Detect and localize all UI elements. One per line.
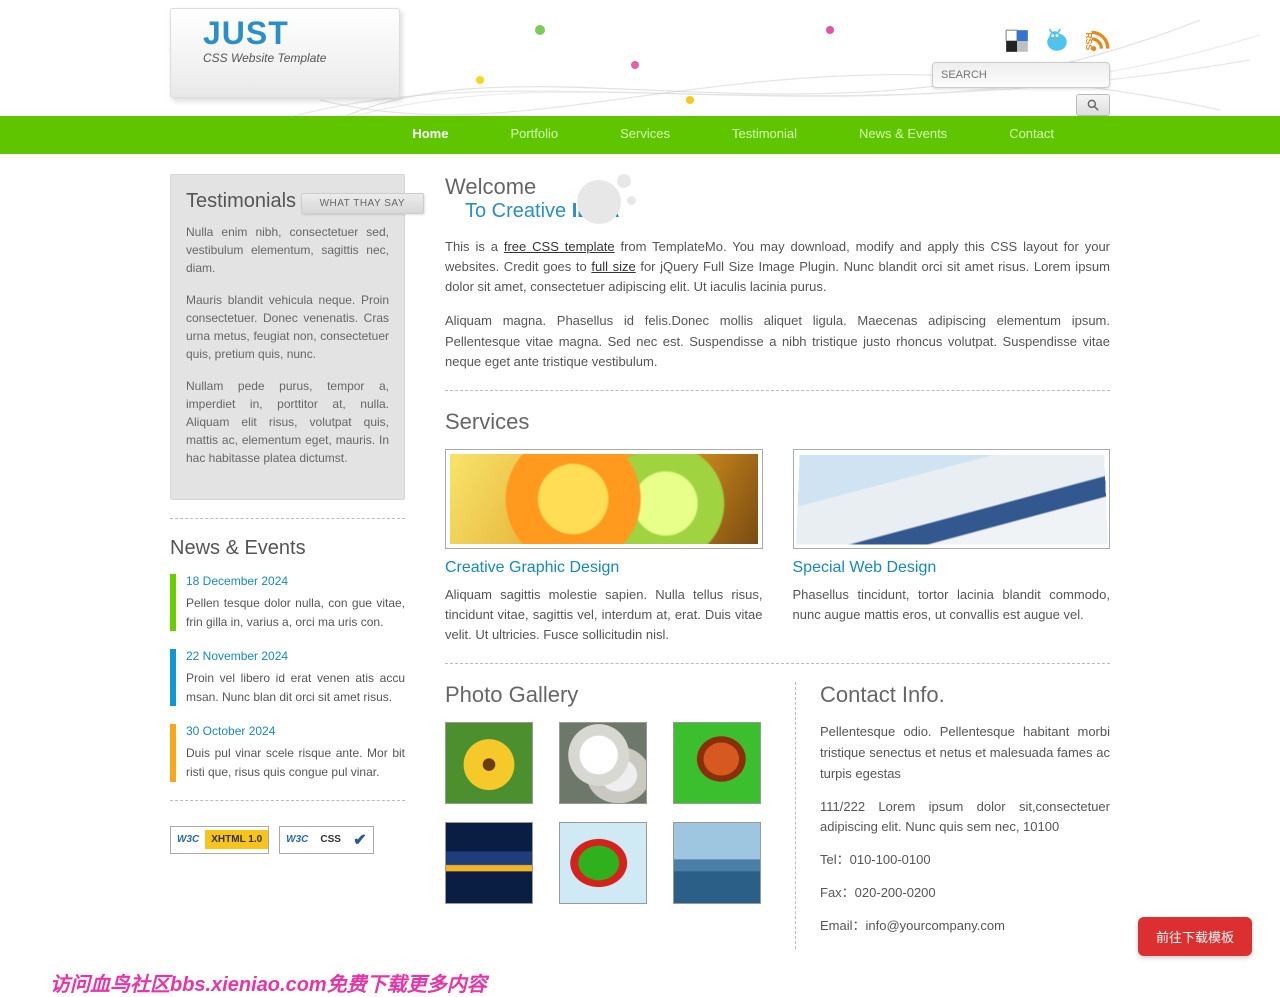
- news-date[interactable]: 30 October 2024: [186, 724, 405, 738]
- gallery-thumb[interactable]: [445, 722, 533, 804]
- testimonials-panel: Testimonials WHAT THAY SAY Nulla enim ni…: [170, 174, 405, 500]
- contact-fax: Fax：020-200-0200: [820, 883, 1110, 904]
- nav-news[interactable]: News & Events: [853, 116, 953, 151]
- testimonial-text: Nullam pede purus, tempor a, imperdiet i…: [186, 377, 389, 467]
- logo-tagline: CSS Website Template: [203, 51, 387, 65]
- search-button[interactable]: [1076, 94, 1110, 116]
- contact-tel: Tel：010-100-0100: [820, 850, 1110, 871]
- contact-text: Pellentesque odio. Pellentesque habitant…: [820, 722, 1110, 784]
- site-logo[interactable]: JUST CSS Website Template: [170, 8, 400, 98]
- gallery-thumb[interactable]: [445, 822, 533, 904]
- news-date[interactable]: 18 December 2024: [186, 574, 405, 588]
- gallery-thumb[interactable]: [673, 722, 761, 804]
- intro-paragraph: Aliquam magna. Phasellus id felis.Donec …: [445, 311, 1110, 371]
- full-size-link[interactable]: full size: [591, 259, 635, 274]
- news-date[interactable]: 22 November 2024: [186, 649, 405, 663]
- nav-home[interactable]: Home: [406, 116, 454, 151]
- service-text: Phasellus tincidunt, tortor lacinia blan…: [793, 585, 1111, 625]
- service-text: Aliquam sagittis molestie sapien. Nulla …: [445, 585, 763, 645]
- news-item: 22 November 2024 Proin vel libero id era…: [170, 649, 405, 706]
- gallery-thumb[interactable]: [673, 822, 761, 904]
- testimonials-badge: WHAT THAY SAY: [301, 193, 424, 214]
- nav-testimonial[interactable]: Testimonial: [726, 116, 803, 151]
- logo-brand: JUST: [203, 17, 387, 49]
- testimonial-text: Mauris blandit vehicula neque. Proin con…: [186, 291, 389, 363]
- news-text: Proin vel libero id erat venen atis accu…: [186, 669, 405, 706]
- intro-paragraph: This is a free CSS template from Templat…: [445, 237, 1110, 297]
- service-card: Creative Graphic Design Aliquam sagittis…: [445, 449, 763, 645]
- service-image[interactable]: [445, 449, 763, 549]
- xhtml-validator-badge[interactable]: W3C XHTML 1.0: [170, 826, 269, 854]
- footer-ad-text: 访问血鸟社区bbs.xieniao.com免费下载更多内容: [50, 968, 487, 997]
- contact-heading: Contact Info.: [820, 682, 1110, 708]
- news-text: Duis pul vinar scele risque ante. Mor bi…: [186, 744, 405, 781]
- service-title[interactable]: Special Web Design: [793, 559, 1111, 577]
- gallery-thumb[interactable]: [559, 722, 647, 804]
- nav-portfolio[interactable]: Portfolio: [504, 116, 564, 151]
- rss-icon[interactable]: RSS: [1084, 28, 1110, 57]
- gallery-heading: Photo Gallery: [445, 682, 765, 708]
- free-css-link[interactable]: free CSS template: [504, 239, 615, 254]
- service-image[interactable]: [793, 449, 1111, 549]
- nav-contact[interactable]: Contact: [1003, 116, 1060, 151]
- delicious-icon[interactable]: [1004, 28, 1030, 57]
- service-title[interactable]: Creative Graphic Design: [445, 559, 763, 577]
- news-panel: News & Events 18 December 2024 Pellen te…: [170, 537, 405, 782]
- news-item: 30 October 2024 Duis pul vinar scele ris…: [170, 724, 405, 781]
- welcome-subtitle: To Creative IDEA: [465, 200, 1110, 223]
- gallery-thumb[interactable]: [559, 822, 647, 904]
- contact-email: Email：info@yourcompany.com: [820, 916, 1110, 937]
- twitter-icon[interactable]: [1044, 28, 1070, 57]
- download-template-button[interactable]: 前往下载模板: [1138, 917, 1252, 956]
- contact-address: 111/222 Lorem ipsum dolor sit,consectetu…: [820, 797, 1110, 839]
- nav-services[interactable]: Services: [614, 116, 676, 151]
- services-heading: Services: [445, 409, 1110, 435]
- news-heading: News & Events: [170, 537, 405, 560]
- testimonial-text: Nulla enim nibh, consectetuer sed, vesti…: [186, 223, 389, 277]
- check-icon: ✔: [347, 830, 373, 850]
- welcome-title: Welcome: [445, 174, 1110, 200]
- news-text: Pellen tesque dolor nulla, con gue vitae…: [186, 594, 405, 631]
- decorative-bubbles: [565, 174, 635, 234]
- search-input[interactable]: [932, 62, 1110, 88]
- news-item: 18 December 2024 Pellen tesque dolor nul…: [170, 574, 405, 631]
- service-card: Special Web Design Phasellus tincidunt, …: [793, 449, 1111, 645]
- css-validator-badge[interactable]: W3C CSS ✔: [279, 826, 374, 854]
- main-nav: Home Portfolio Services Testimonial News…: [0, 116, 1280, 154]
- magnifier-icon: [1086, 98, 1100, 112]
